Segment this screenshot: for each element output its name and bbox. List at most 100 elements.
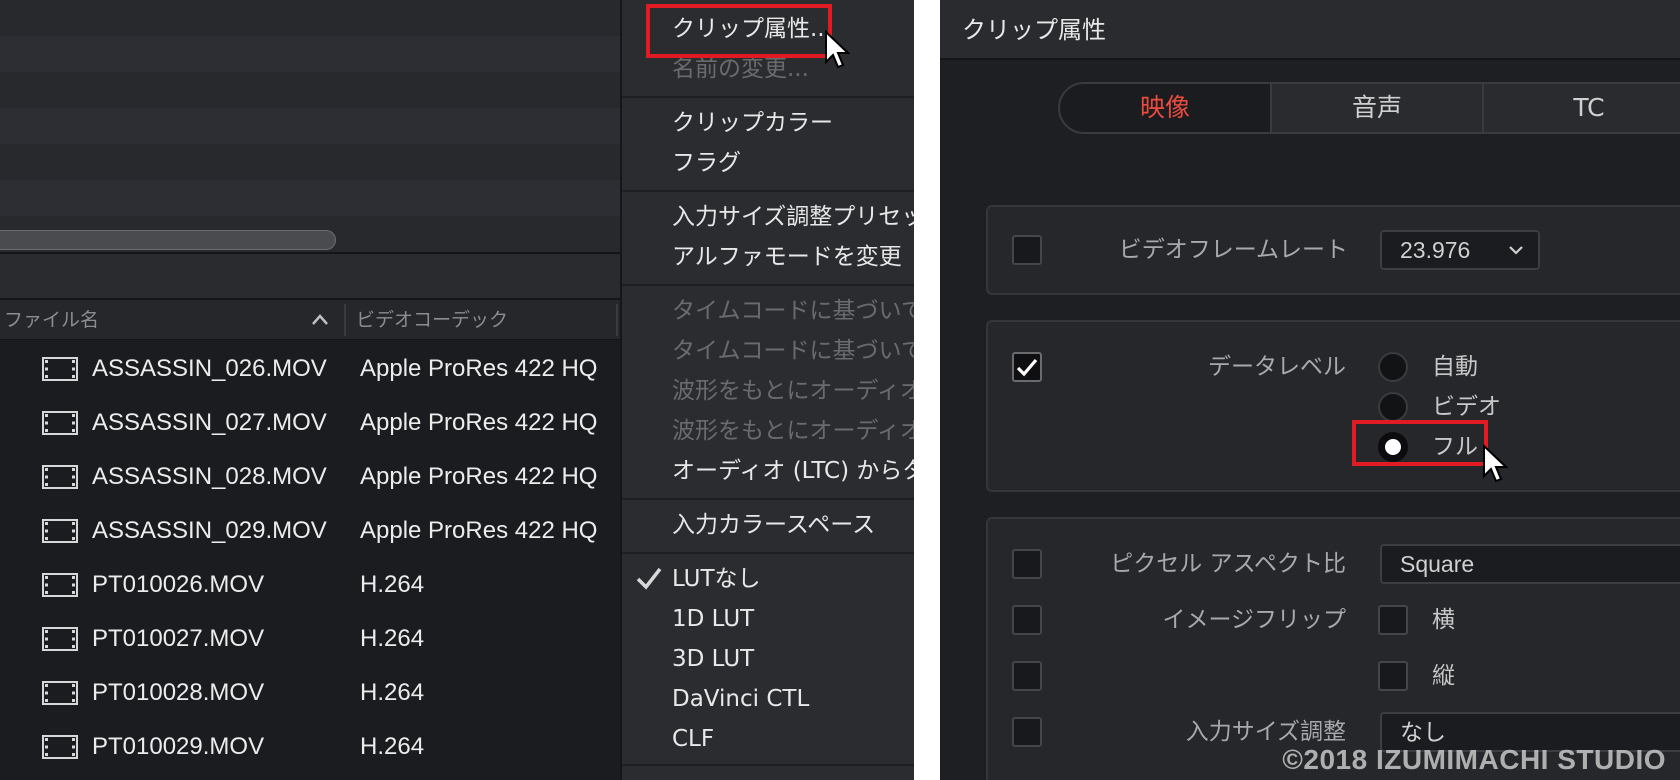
data-level-override-checkbox[interactable] xyxy=(1012,352,1042,382)
frame-rate-group: ビデオフレームレート 23.976 xyxy=(986,205,1680,295)
flip-horizontal-checkbox[interactable] xyxy=(1378,605,1408,635)
table-row[interactable]: ASSASSIN_029.MOV Apple ProRes 422 HQ xyxy=(0,504,620,558)
tab-video[interactable]: 映像 xyxy=(1060,84,1270,132)
image-flip-label: イメージフリップ xyxy=(1162,607,1346,633)
file-name: PT010027.MOV xyxy=(92,625,265,652)
checkmark-icon xyxy=(1016,358,1038,377)
table-row[interactable]: PT010027.MOV H.264 xyxy=(0,612,620,666)
column-video-codec[interactable]: ビデオコーデック xyxy=(356,300,508,340)
table-row[interactable]: PT010029.MOV H.264 xyxy=(0,720,620,774)
panel-gap xyxy=(914,0,940,780)
checkmark-icon xyxy=(636,567,662,590)
panel-divider-bar xyxy=(0,252,620,300)
dialog-title-bar: クリップ属性 xyxy=(940,0,1680,60)
table-row[interactable]: PT010026.MOV H.264 xyxy=(0,558,620,612)
tab-audio[interactable]: 音声 xyxy=(1272,84,1482,132)
menu-separator xyxy=(622,552,914,554)
pixel-aspect-value: Square xyxy=(1400,551,1475,577)
data-level-radio-video[interactable] xyxy=(1378,392,1408,422)
frame-rate-override-checkbox[interactable] xyxy=(1012,235,1042,265)
table-row[interactable]: ASSASSIN_027.MOV Apple ProRes 422 HQ xyxy=(0,396,620,450)
thumbnail-area xyxy=(0,0,620,252)
file-name: ASSASSIN_026.MOV xyxy=(92,355,327,382)
column-video-codec-label: ビデオコーデック xyxy=(356,309,509,331)
tab-tc[interactable]: TC xyxy=(1484,84,1680,132)
input-sizing-override-checkbox[interactable] xyxy=(1012,717,1042,747)
menu-item-clip-color[interactable]: クリップカラー xyxy=(672,104,833,142)
column-file-name-label: ファイル名 xyxy=(4,309,100,331)
file-codec: Apple ProRes 422 HQ xyxy=(360,463,598,490)
menu-separator xyxy=(622,498,914,500)
data-level-group: データレベル 自動 ビデオ フル xyxy=(986,320,1680,492)
menu-item-input-sizing-preset[interactable]: 入力サイズ調整プリセット xyxy=(672,198,914,236)
file-codec: H.264 xyxy=(360,679,425,706)
frame-rate-dropdown[interactable]: 23.976 xyxy=(1380,230,1540,270)
menu-item-clf[interactable]: CLF xyxy=(672,720,714,758)
menu-item-change-alpha-mode[interactable]: アルファモードを変更 xyxy=(672,238,902,276)
menu-separator xyxy=(622,764,914,766)
video-file-icon xyxy=(42,735,78,759)
menu-item-davinci-ctl[interactable]: DaVinci CTL xyxy=(672,680,809,718)
file-name: ASSASSIN_028.MOV xyxy=(92,463,327,490)
menu-item-timecode-sync-1: タイムコードに基づいてオ xyxy=(672,298,914,324)
tab-bar: 映像 音声 TC xyxy=(1058,82,1680,134)
video-file-icon xyxy=(42,627,78,651)
file-name: ASSASSIN_029.MOV xyxy=(92,517,327,544)
data-level-radio-auto[interactable] xyxy=(1378,352,1408,382)
menu-item-waveform-sync-2: 波形をもとにオーディオを xyxy=(672,418,914,444)
file-name: PT010026.MOV xyxy=(92,571,265,598)
copyright-watermark: ©2018 IZUMIMACHI STUDIO xyxy=(1282,744,1666,775)
table-row[interactable]: ASSASSIN_026.MOV Apple ProRes 422 HQ xyxy=(0,342,620,396)
context-menu: クリップ属性... 名前の変更... クリップカラー フラグ 入力サイズ調整プリ… xyxy=(620,0,914,780)
menu-item-3d-lut[interactable]: 3D LUT xyxy=(672,640,754,678)
file-codec: Apple ProRes 422 HQ xyxy=(360,409,598,436)
video-file-icon xyxy=(42,681,78,705)
menu-separator xyxy=(622,190,914,192)
menu-item-1d-lut[interactable]: 1D LUT xyxy=(672,600,754,638)
mouse-cursor-icon xyxy=(825,30,850,69)
menu-item-audio-ltc[interactable]: オーディオ (LTC) からタイ xyxy=(672,452,914,490)
menu-separator xyxy=(622,96,914,98)
dialog-title: クリップ属性 xyxy=(962,16,1106,44)
menu-item-input-color-space[interactable]: 入力カラースペース xyxy=(672,506,875,544)
table-row[interactable]: ASSASSIN_028.MOV Apple ProRes 422 HQ xyxy=(0,450,620,504)
file-codec: H.264 xyxy=(360,571,425,598)
media-pool-panel: ファイル名 ビデオコーデック ASSASSIN_026.MOV Apple Pr… xyxy=(0,0,620,780)
file-codec: H.264 xyxy=(360,625,425,652)
frame-rate-value: 23.976 xyxy=(1400,237,1471,263)
bg-stripe xyxy=(0,36,620,72)
menu-item-flag[interactable]: フラグ xyxy=(672,144,741,182)
file-codec: Apple ProRes 422 HQ xyxy=(360,517,598,544)
highlight-box xyxy=(646,4,832,58)
video-file-icon xyxy=(42,411,78,435)
file-name: ASSASSIN_027.MOV xyxy=(92,409,327,436)
data-level-label: データレベル xyxy=(1208,354,1346,380)
flip-vertical-override-checkbox[interactable] xyxy=(1012,661,1042,691)
table-row[interactable]: PT010028.MOV H.264 xyxy=(0,666,620,720)
flip-vertical-label: 縦 xyxy=(1432,663,1455,689)
mouse-cursor-icon xyxy=(1483,444,1508,483)
video-file-icon xyxy=(42,519,78,543)
menu-item-lut-none[interactable]: LUTなし xyxy=(672,560,761,598)
bg-stripe xyxy=(0,108,620,144)
pixel-aspect-override-checkbox[interactable] xyxy=(1012,549,1042,579)
flip-vertical-checkbox[interactable] xyxy=(1378,661,1408,691)
highlight-box xyxy=(1352,420,1488,466)
pixel-aspect-dropdown[interactable]: Square xyxy=(1380,544,1680,584)
column-divider[interactable] xyxy=(616,304,618,336)
file-name: PT010028.MOV xyxy=(92,679,265,706)
video-file-icon xyxy=(42,357,78,381)
video-file-icon xyxy=(42,573,78,597)
column-file-name[interactable]: ファイル名 xyxy=(4,300,344,340)
video-file-icon xyxy=(42,465,78,489)
menu-item-waveform-sync-1: 波形をもとにオーディオを xyxy=(672,378,914,404)
menu-item-timecode-sync-2: タイムコードに基づいてオ xyxy=(672,338,914,364)
column-divider[interactable] xyxy=(344,304,346,336)
sort-ascending-icon[interactable] xyxy=(310,310,330,330)
horizontal-scrollbar[interactable] xyxy=(0,230,336,250)
file-codec: Apple ProRes 422 HQ xyxy=(360,355,598,382)
image-settings-group: ピクセル アスペクト比 Square イメージフリップ 横 縦 入力サイズ調整 … xyxy=(986,517,1680,780)
input-sizing-value: なし xyxy=(1400,719,1446,745)
image-flip-override-checkbox[interactable] xyxy=(1012,605,1042,635)
data-level-option-auto: 自動 xyxy=(1432,354,1478,380)
